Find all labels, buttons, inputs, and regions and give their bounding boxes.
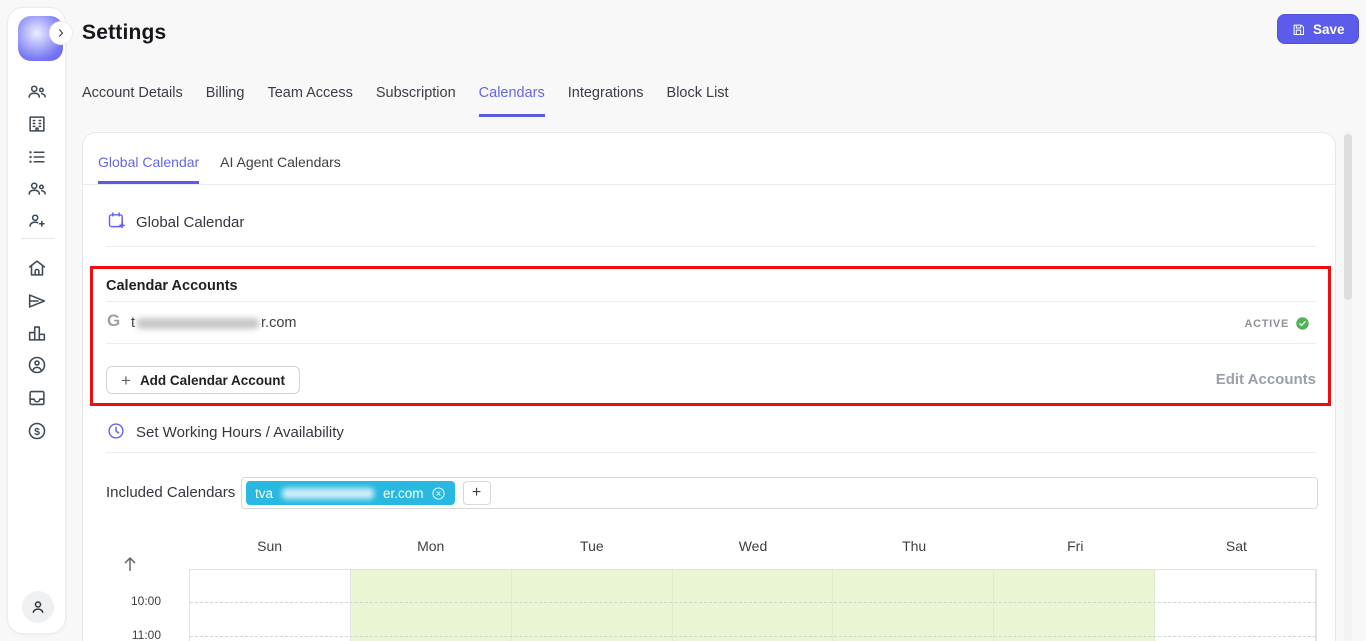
day-header-sat: Sat xyxy=(1156,538,1317,554)
subtab-ai-agent-calendars[interactable]: AI Agent Calendars xyxy=(220,154,341,184)
grid-column-wed[interactable] xyxy=(673,570,834,641)
scrollbar-thumb[interactable] xyxy=(1344,134,1352,300)
tab-team-access[interactable]: Team Access xyxy=(267,85,352,117)
chip-remove-icon[interactable] xyxy=(431,486,446,501)
time-label-11: 11:00 xyxy=(113,628,161,641)
save-button-label: Save xyxy=(1313,22,1345,37)
working-hours-label: Set Working Hours / Availability xyxy=(136,424,344,441)
availability-grid xyxy=(189,569,1317,641)
edit-accounts-link[interactable]: Edit Accounts xyxy=(1216,371,1316,388)
chip-visible-start: tva xyxy=(255,486,273,501)
email-visible-start: t xyxy=(131,315,135,331)
day-header-tue: Tue xyxy=(511,538,672,554)
subtab-global-calendar[interactable]: Global Calendar xyxy=(98,154,199,184)
company-icon[interactable] xyxy=(25,112,49,136)
tab-integrations[interactable]: Integrations xyxy=(568,85,644,117)
day-header-fri: Fri xyxy=(995,538,1156,554)
grid-column-mon[interactable] xyxy=(351,570,512,641)
page-title: Settings xyxy=(82,21,166,45)
email-redacted-blur xyxy=(137,318,259,329)
grid-column-sun[interactable] xyxy=(190,570,351,641)
list-icon[interactable] xyxy=(25,145,49,169)
divider xyxy=(106,343,1316,344)
email-visible-end: r.com xyxy=(261,315,296,331)
tab-subscription[interactable]: Subscription xyxy=(376,85,456,117)
divider xyxy=(106,452,1316,453)
sidebar-divider xyxy=(21,238,55,239)
google-g-icon: G xyxy=(107,311,120,331)
add-included-calendar-button[interactable]: + xyxy=(463,481,491,505)
tab-calendars[interactable]: Calendars xyxy=(479,85,545,117)
billing-icon[interactable]: $ xyxy=(25,419,49,443)
day-header-thu: Thu xyxy=(834,538,995,554)
divider xyxy=(106,246,1316,247)
day-header-sun: Sun xyxy=(189,538,350,554)
calendar-accounts-title: Calendar Accounts xyxy=(106,278,238,294)
profile-icon[interactable] xyxy=(25,353,49,377)
calendar-account-email: t r.com xyxy=(131,315,296,331)
tab-block-list[interactable]: Block List xyxy=(667,85,729,117)
save-icon xyxy=(1291,22,1306,37)
chip-redacted-blur xyxy=(282,488,374,499)
add-calendar-account-label: Add Calendar Account xyxy=(140,373,285,388)
grid-column-sat[interactable] xyxy=(1155,570,1316,641)
tab-account-details[interactable]: Account Details xyxy=(82,85,183,117)
grid-column-tue[interactable] xyxy=(512,570,673,641)
account-status: ACTIVE xyxy=(1244,316,1310,331)
send-icon[interactable] xyxy=(25,289,49,313)
contacts-icon[interactable] xyxy=(25,80,49,104)
time-label-10: 10:00 xyxy=(113,594,161,608)
status-badge: ACTIVE xyxy=(1244,318,1289,330)
inbox-icon[interactable] xyxy=(25,386,49,410)
check-circle-icon xyxy=(1295,316,1310,331)
sidebar-collapse-button[interactable] xyxy=(49,21,73,45)
tab-billing[interactable]: Billing xyxy=(206,85,245,117)
chip-visible-end: er.com xyxy=(383,486,424,501)
clock-icon xyxy=(106,421,126,446)
home-icon[interactable] xyxy=(25,256,49,280)
included-calendars-input[interactable]: tva er.com + xyxy=(241,477,1318,509)
save-button[interactable]: Save xyxy=(1277,14,1359,44)
grid-column-thu[interactable] xyxy=(833,570,994,641)
add-calendar-account-button[interactable]: + Add Calendar Account xyxy=(106,366,300,394)
sidebar: $ xyxy=(7,7,66,634)
included-calendars-label: Included Calendars xyxy=(106,484,235,501)
user-avatar[interactable] xyxy=(22,591,54,623)
day-header-wed: Wed xyxy=(672,538,833,554)
leaderboard-icon[interactable] xyxy=(25,321,49,345)
day-header-row: Sun Mon Tue Wed Thu Fri Sat xyxy=(189,538,1317,554)
global-calendar-section-label: Global Calendar xyxy=(136,214,244,231)
calendar-chip: tva er.com xyxy=(246,481,455,505)
calendars-panel: Global Calendar AI Agent Calendars Globa… xyxy=(82,132,1336,641)
grid-column-fri[interactable] xyxy=(994,570,1155,641)
calendar-plus-icon xyxy=(106,210,127,236)
scroll-up-arrow-icon[interactable] xyxy=(119,553,141,575)
calendar-subtab-bar: Global Calendar AI Agent Calendars xyxy=(83,133,1335,185)
svg-text:$: $ xyxy=(34,426,40,438)
plus-icon: + xyxy=(121,372,131,389)
settings-tab-bar: Account Details Billing Team Access Subs… xyxy=(82,85,729,117)
day-header-mon: Mon xyxy=(350,538,511,554)
team-icon[interactable] xyxy=(25,177,49,201)
divider xyxy=(106,301,1316,302)
add-person-icon[interactable] xyxy=(25,209,49,233)
